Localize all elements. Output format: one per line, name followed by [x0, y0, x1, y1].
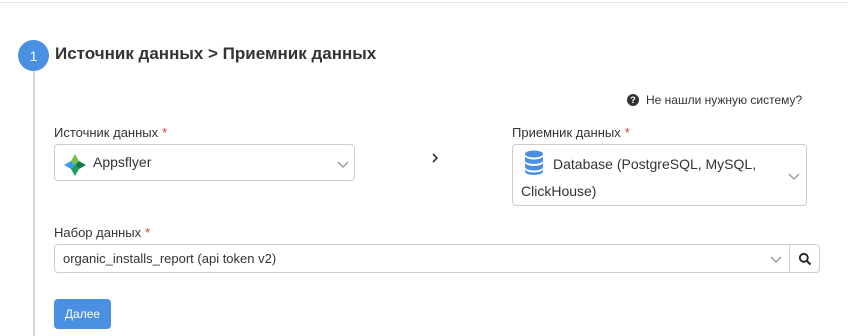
dataset-label-text: Набор данных [54, 225, 142, 240]
chevron-right-icon [432, 153, 439, 163]
destination-label: Приемник данных * [512, 125, 630, 140]
required-mark: * [162, 125, 168, 140]
step-number: 1 [29, 47, 38, 64]
dataset-label: Набор данных * [54, 225, 150, 240]
step-title: Источник данных > Приемник данных [55, 44, 377, 63]
source-label: Источник данных * [54, 125, 167, 140]
dataset-search-button[interactable] [789, 244, 820, 273]
chevron-down-icon [788, 173, 800, 180]
dataset-select[interactable]: organic_installs_report (api token v2) [54, 244, 790, 273]
dataset-value: organic_installs_report (api token v2) [63, 251, 277, 266]
chevron-down-icon [770, 256, 782, 263]
source-value: Appsflyer [93, 154, 152, 170]
missing-system-link[interactable]: ? Не нашли нужную систему? [627, 93, 802, 107]
chevron-down-icon [337, 161, 349, 168]
question-circle-icon: ? [627, 94, 639, 106]
next-button[interactable]: Далее [54, 299, 111, 329]
search-icon [798, 252, 811, 265]
required-mark: * [145, 225, 151, 240]
source-select[interactable]: Appsflyer [54, 144, 355, 181]
step-number-badge: 1 [18, 40, 49, 71]
source-label-text: Источник данных [54, 125, 159, 140]
destination-value: Database (PostgreSQL, MySQL, ClickHouse) [521, 156, 757, 199]
required-mark: * [624, 125, 630, 140]
destination-label-text: Приемник данных [512, 125, 621, 140]
missing-system-text: Не нашли нужную систему? [646, 93, 803, 107]
top-divider [0, 2, 848, 3]
destination-select[interactable]: Database (PostgreSQL, MySQL, ClickHouse) [512, 144, 807, 206]
appsflyer-logo [64, 154, 86, 176]
step-rail [33, 70, 35, 336]
